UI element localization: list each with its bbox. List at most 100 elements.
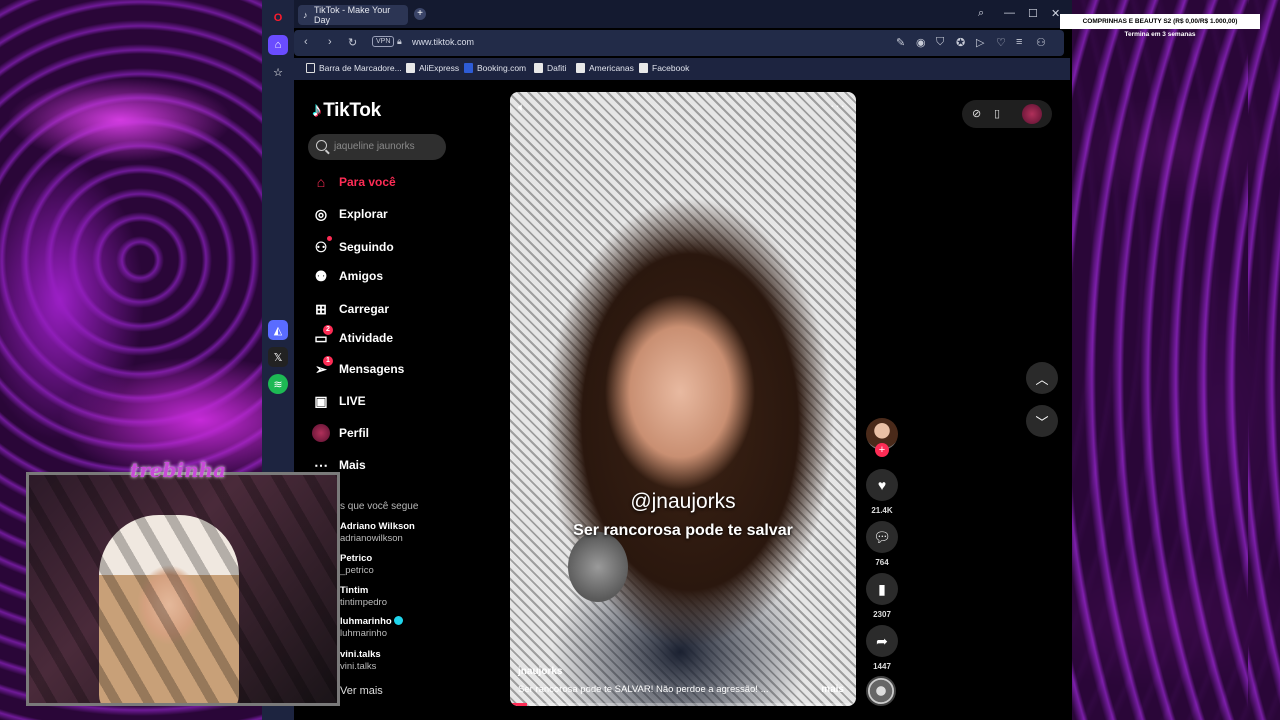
aria-icon[interactable]: ◭ <box>268 320 288 340</box>
nav-live[interactable]: ▣ LIVE <box>312 391 365 411</box>
upload-icon: ⊞ <box>315 300 327 317</box>
following-account[interactable]: Adriano Wilkson adrianowilkson <box>340 521 415 545</box>
share-action[interactable]: ➦ 1447 <box>866 625 898 671</box>
tiktok-logo[interactable]: ♪ TikTok <box>312 100 381 122</box>
menu-icon[interactable]: ≡ <box>1016 36 1022 48</box>
bookmark-icon[interactable]: ▮ <box>866 573 898 605</box>
minimize-button[interactable]: — <box>1004 7 1015 19</box>
follow-plus-icon[interactable]: + <box>875 443 889 457</box>
page-icon <box>639 63 648 73</box>
comment-icon[interactable]: 💬︎ <box>866 521 898 553</box>
webcam-background <box>29 475 337 703</box>
tab-bar: ♪ TikTok - Make Your Day + ⌕ — ☐ ✕ <box>294 0 1072 28</box>
bookmark-dafiti[interactable]: Dafiti <box>534 63 566 73</box>
notification-dot <box>327 236 332 241</box>
edit-icon[interactable]: ✎ <box>896 36 905 49</box>
bookmark-booking[interactable]: Booking.com <box>464 63 526 73</box>
nav-following[interactable]: ⚇ Seguindo <box>312 236 394 257</box>
bookmark-facebook[interactable]: Facebook <box>639 63 689 73</box>
music-disc-icon[interactable] <box>866 676 896 706</box>
tiktok-note-icon: ♪ <box>312 100 322 121</box>
volume-icon[interactable]: 🔈︎ <box>518 100 525 115</box>
close-button[interactable]: ✕ <box>1051 7 1060 20</box>
tab-tiktok[interactable]: ♪ TikTok - Make Your Day <box>298 5 408 25</box>
page-icon <box>534 63 543 73</box>
extensions-icon[interactable]: ✪ <box>956 36 965 49</box>
shield-icon[interactable]: ⛉ <box>936 36 944 49</box>
heart-icon[interactable]: ♡ <box>996 36 1006 49</box>
nav-messages[interactable]: ➢ 1 Mensagens <box>312 356 404 379</box>
booking-icon <box>464 63 473 73</box>
save-action[interactable]: ▮ 2307 <box>866 573 898 619</box>
address-bar: ‹ › ↻ VPN 🔒︎ www.tiktok.com ✎ ◉ ⛉ ✪ ▷ ♡ … <box>294 30 1064 56</box>
stream-background-right <box>1072 0 1280 720</box>
messages-badge: 1 <box>323 356 333 366</box>
share-count: 1447 <box>873 662 891 671</box>
webcam-overlay <box>26 472 340 706</box>
more-options-icon[interactable]: ··· <box>830 98 846 113</box>
bookmark-americanas[interactable]: Americanas <box>576 63 634 73</box>
x-twitter-icon[interactable]: 𝕏 <box>268 347 288 367</box>
home-icon: ⌂ <box>316 174 326 190</box>
forward-icon[interactable]: › <box>328 36 332 48</box>
page-icon <box>576 63 585 73</box>
avatar[interactable]: + <box>866 418 898 457</box>
account-icon[interactable]: ⚇ <box>1036 36 1046 49</box>
activity-icon: ▭ 2 <box>312 325 333 347</box>
home-icon[interactable]: ⌂ <box>268 35 288 55</box>
profile-avatar <box>312 424 330 442</box>
heart-icon[interactable]: ♥ <box>866 469 898 501</box>
save-count: 2307 <box>873 610 891 619</box>
like-action[interactable]: ♥ 21.4K <box>866 469 898 515</box>
microphone-image <box>568 532 628 602</box>
music-disc[interactable] <box>866 676 898 706</box>
nav-explore[interactable]: ◎ Explorar <box>312 204 388 224</box>
previous-video-button[interactable]: ︿ <box>1026 362 1058 394</box>
messages-icon: ➢ 1 <box>312 356 333 378</box>
tiktok-favicon-icon: ♪ <box>303 10 308 20</box>
following-account[interactable]: luhmarinho luhmarinho <box>340 616 404 640</box>
coin-icon[interactable]: ⊘ <box>972 107 981 120</box>
comment-count: 764 <box>875 558 889 567</box>
search-icon[interactable]: ⌕ <box>978 7 984 20</box>
reload-icon[interactable]: ↻ <box>348 36 357 49</box>
phone-icon[interactable]: ▯ <box>994 107 1000 120</box>
vpn-badge[interactable]: VPN <box>372 36 395 47</box>
lock-icon[interactable]: 🔒︎ <box>397 36 402 47</box>
compass-icon: ◎ <box>314 205 328 222</box>
following-account[interactable]: Petrico _petrico <box>340 553 374 577</box>
back-icon[interactable]: ‹ <box>304 36 308 48</box>
verified-badge-icon <box>394 616 404 625</box>
bookmark-aliexpress[interactable]: AliExpress <box>406 63 459 73</box>
opera-logo-icon[interactable]: O <box>268 8 288 28</box>
maximize-button[interactable]: ☐ <box>1028 7 1038 20</box>
user-avatar[interactable] <box>1022 104 1042 124</box>
following-account[interactable]: vini.talks vini.talks <box>340 649 381 673</box>
video-progress-bar[interactable] <box>510 703 856 706</box>
star-icon[interactable]: ☆ <box>268 62 288 82</box>
video-overlay-caption: Ser rancorosa pode te salvar <box>573 522 793 539</box>
see-more-link[interactable]: Ver mais <box>340 685 383 697</box>
bookmark-folder[interactable]: Barra de Marcadore... <box>306 63 402 73</box>
search-input[interactable]: jaqueline jaunorks <box>308 134 446 160</box>
description-more-button[interactable]: mais <box>821 684 844 695</box>
send-icon[interactable]: ▷ <box>976 36 984 49</box>
nav-friends[interactable]: ⚉ Amigos <box>312 266 383 286</box>
following-account[interactable]: Tintim tintimpedro <box>340 585 387 609</box>
share-icon[interactable]: ➦ <box>866 625 898 657</box>
comment-action[interactable]: 💬︎ 764 <box>866 521 898 567</box>
new-tab-button[interactable]: + <box>414 8 426 20</box>
video-author[interactable]: jnaujorks <box>518 666 562 677</box>
video-player[interactable]: 🔈︎ ··· @jnaujorks Ser rancorosa pode te … <box>510 92 856 706</box>
nav-profile[interactable]: Perfil <box>312 423 369 443</box>
nav-upload[interactable]: ⊞ Carregar <box>312 299 389 319</box>
nav-activity[interactable]: ▭ 2 Atividade <box>312 325 393 348</box>
spotify-icon[interactable]: ≋ <box>268 374 288 394</box>
camera-icon[interactable]: ◉ <box>916 36 926 49</box>
creator-avatar[interactable]: + <box>866 418 898 457</box>
page-icon <box>406 63 415 73</box>
url-field[interactable]: www.tiktok.com <box>412 37 474 47</box>
goal-widget: COMPRINHAS E BEAUTY S2 (R$ 0,00/R$ 1.000… <box>1060 14 1260 29</box>
nav-for-you[interactable]: ⌂ Para você <box>312 172 396 192</box>
next-video-button[interactable]: ﹀ <box>1026 405 1058 437</box>
